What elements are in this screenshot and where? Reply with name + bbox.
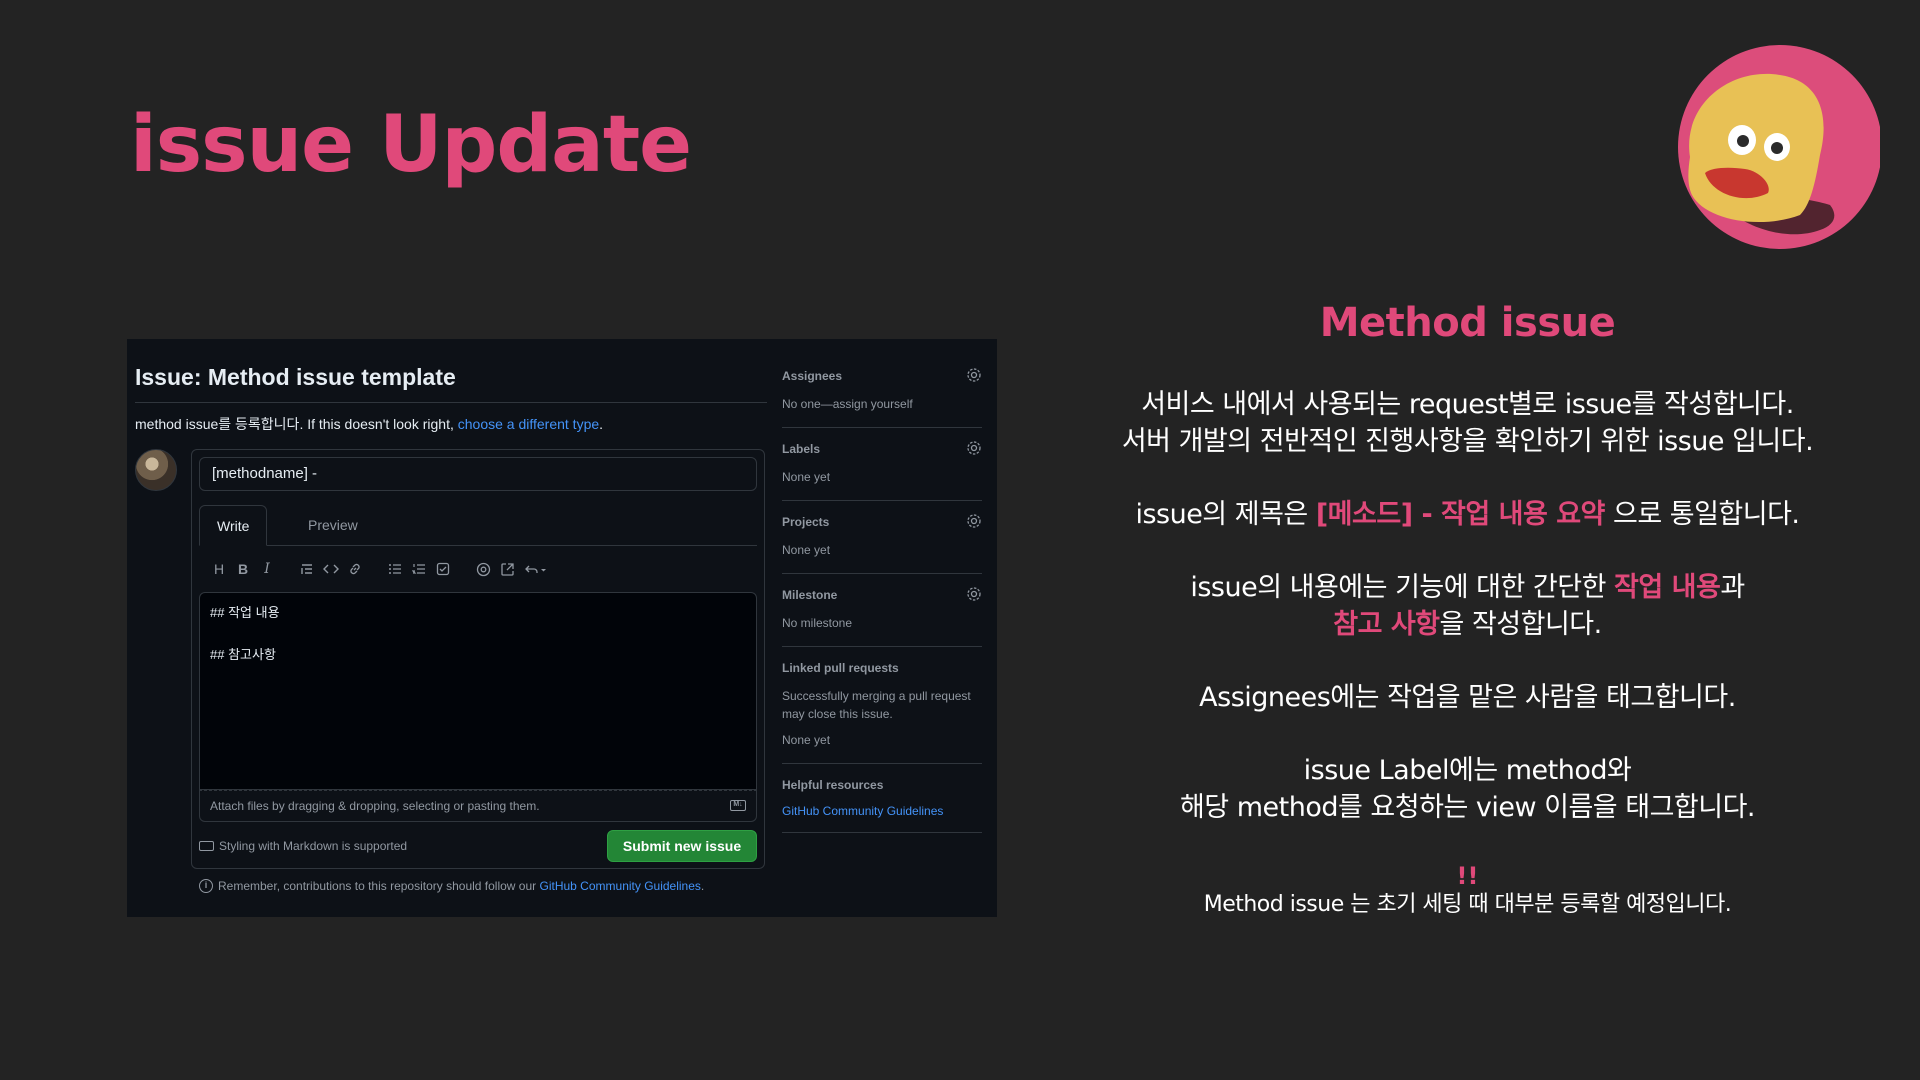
alert-marker: !!	[1456, 862, 1479, 890]
linked-prs-heading: Linked pull requests	[782, 661, 899, 675]
highlight-text: 작업 내용	[1614, 572, 1721, 603]
gear-icon[interactable]	[966, 367, 982, 383]
quote-icon[interactable]	[295, 562, 319, 576]
markdown-icon	[199, 841, 214, 851]
editor-line-work: ## 작업 내용	[210, 605, 280, 620]
highlight-text: [메소드] - 작업 내용 요약	[1315, 499, 1606, 530]
issue-template-title: Issue: Method issue template	[135, 364, 456, 390]
title-rule-paragraph: issue의 제목은 [메소드] - 작업 내용 요약 으로 통일합니다.	[1060, 496, 1875, 533]
markdown-note[interactable]: Styling with Markdown is supported	[199, 839, 407, 853]
sidebar-projects: Projects None yet	[782, 513, 982, 574]
mention-icon[interactable]	[471, 562, 495, 577]
projects-heading: Projects	[782, 515, 830, 529]
avatar[interactable]	[135, 449, 177, 491]
assignees-paragraph: Assignees에는 작업을 맡은 사람을 태그합니다.	[1199, 682, 1736, 713]
markdown-toolbar: H B I	[207, 558, 553, 580]
choose-type-link[interactable]: choose a different type	[458, 416, 599, 432]
para-text: issue의 제목은	[1135, 499, 1316, 530]
sidebar-labels: Labels None yet	[782, 440, 982, 501]
para-text: 과	[1720, 572, 1745, 603]
tab-preview[interactable]: Preview	[291, 505, 375, 546]
para-line: issue Label에는 method와	[1303, 755, 1632, 786]
para-text: 을 작성합니다.	[1439, 609, 1603, 640]
content-rule-paragraph: issue의 내용에는 기능에 대한 간단한 작업 내용과	[1060, 569, 1875, 606]
milestone-value: No milestone	[782, 616, 853, 630]
linked-prs-value: None yet	[782, 733, 831, 747]
assignees-heading: Assignees	[782, 369, 843, 383]
gear-icon[interactable]	[966, 440, 982, 456]
bold-icon[interactable]: B	[231, 561, 255, 577]
issue-sidebar: Assignees No one—assign yourself Labels …	[782, 367, 982, 847]
heading-icon[interactable]: H	[207, 561, 231, 577]
mascot-illustration	[1678, 45, 1880, 249]
note-text: Method issue 는 초기 세팅 때 대부분 등록할 예정입니다.	[1203, 892, 1732, 917]
markdown-icon: M↓	[730, 800, 746, 811]
undo-icon[interactable]	[519, 562, 553, 576]
highlight-text: 참고 사항	[1333, 609, 1440, 640]
contribution-reminder: i Remember, contributions to this reposi…	[199, 879, 704, 893]
para-line: 해당 method를 요청하는 view 이름을 태그합니다.	[1179, 792, 1756, 823]
link-icon[interactable]	[343, 562, 367, 576]
unordered-list-icon[interactable]	[383, 562, 407, 576]
task-list-icon[interactable]	[431, 562, 455, 576]
code-icon[interactable]	[319, 562, 343, 576]
sidebar-helpful-resources: Helpful resources GitHub Community Guide…	[782, 778, 982, 833]
content-rule-paragraph-2: 참고 사항을 작성합니다.	[1060, 606, 1875, 643]
explanation-panel: Method issue 서비스 내에서 사용되는 request별로 issu…	[1060, 300, 1875, 920]
assignees-value[interactable]: No one—assign yourself	[782, 395, 982, 413]
gear-icon[interactable]	[966, 586, 982, 602]
gear-icon[interactable]	[966, 513, 982, 529]
milestone-heading: Milestone	[782, 588, 838, 602]
sidebar-assignees: Assignees No one—assign yourself	[782, 367, 982, 428]
linked-prs-desc: Successfully merging a pull request may …	[782, 689, 971, 721]
markdown-note-text: Styling with Markdown is supported	[219, 839, 408, 853]
para-text: issue의 내용에는 기능에 대한 간단한	[1190, 572, 1615, 603]
tab-write[interactable]: Write	[199, 505, 268, 546]
para-line: 서버 개발의 전반적인 진행사항을 확인하기 위한 issue 입니다.	[1121, 426, 1814, 457]
labels-heading: Labels	[782, 442, 821, 456]
subline-end: .	[599, 416, 604, 432]
issue-body-editor[interactable]: ## 작업 내용 ## 참고사항	[199, 592, 757, 790]
sidebar-linked-prs: Linked pull requests Successfully mergin…	[782, 661, 982, 764]
labels-value: None yet	[782, 470, 831, 484]
projects-value: None yet	[782, 543, 831, 557]
github-issue-screenshot: Issue: Method issue template method issu…	[127, 339, 997, 917]
ordered-list-icon[interactable]	[407, 562, 431, 576]
community-guidelines-link[interactable]: GitHub Community Guidelines	[540, 879, 701, 893]
reference-icon[interactable]	[495, 562, 519, 577]
template-subline: method issue를 등록합니다. If this doesn't loo…	[135, 414, 603, 434]
tabs-divider	[199, 545, 757, 546]
community-guidelines-link[interactable]: GitHub Community Guidelines	[782, 804, 982, 818]
info-icon: i	[199, 879, 213, 893]
sidebar-milestone: Milestone No milestone	[782, 586, 982, 647]
para-text: 으로 통일합니다.	[1604, 499, 1800, 530]
remember-end: .	[700, 879, 705, 893]
editor-line-notes: ## 참고사항	[210, 647, 276, 662]
attach-text: Attach files by dragging & dropping, sel…	[210, 799, 540, 813]
issue-title-input[interactable]: [methodname] -	[199, 457, 757, 491]
divider	[135, 402, 767, 403]
italic-icon[interactable]: I	[255, 561, 279, 577]
subline-text: method issue를 등록합니다. If this doesn't loo…	[135, 416, 458, 432]
attach-files-bar[interactable]: Attach files by dragging & dropping, sel…	[199, 790, 757, 822]
submit-new-issue-button[interactable]: Submit new issue	[607, 830, 757, 862]
slide-title: issue Update	[130, 100, 692, 190]
section-title: Method issue	[1319, 300, 1616, 346]
remember-text: Remember, contributions to this reposito…	[218, 879, 540, 893]
helpful-heading: Helpful resources	[782, 778, 884, 792]
para-line: 서비스 내에서 사용되는 request별로 issue를 작성합니다.	[1141, 389, 1794, 420]
